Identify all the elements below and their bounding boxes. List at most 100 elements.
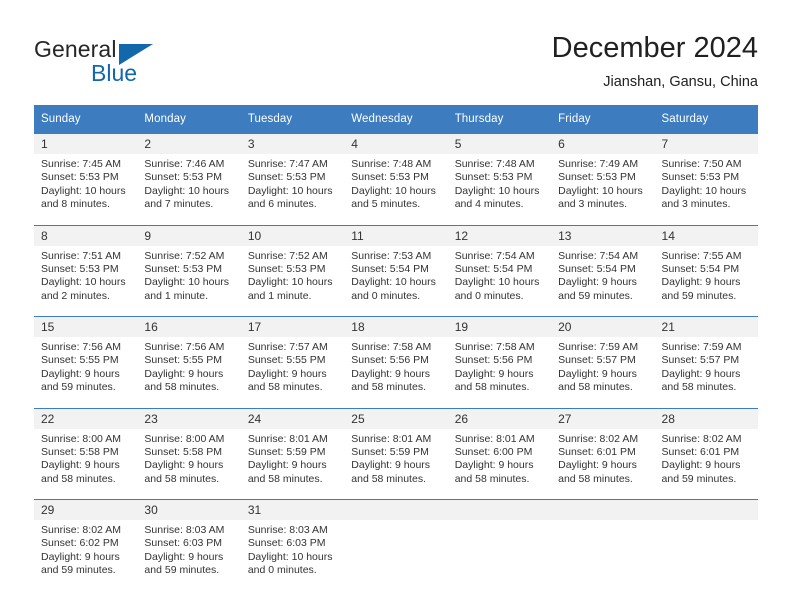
day-number: 1 <box>34 134 138 154</box>
day-number: 11 <box>344 225 448 246</box>
sunrise-text: Sunrise: 7:53 AM <box>351 249 432 262</box>
sunrise-text: Sunrise: 8:02 AM <box>41 524 121 536</box>
daylight-text: Daylight: 9 hours and 59 minutes. <box>558 276 637 302</box>
calendar-day-cell[interactable]: 2 Sunrise: 7:46 AM Sunset: 5:53 PM Daylight… <box>137 133 241 216</box>
general-blue-logo: General Blue <box>34 36 254 88</box>
calendar-day-cell[interactable]: 17 Sunrise: 7:57 AM Sunset: 5:55 PM Dayligh… <box>240 316 345 399</box>
sunrise-text: Sunrise: 7:54 AM <box>558 249 639 262</box>
calendar-day-cell[interactable]: 10 Sunrise: 7:52 AM Sunset: 5:53 PM Dayligh… <box>240 224 345 307</box>
day-sun-info: Sunrise: 7:45 AM Sunset: 5:53 PM Daylight:… <box>34 154 137 212</box>
daylight-text: Daylight: 10 hours and 1 minute. <box>144 276 230 302</box>
sunrise-text: Sunrise: 7:57 AM <box>247 341 328 353</box>
day-sun-info: Sunrise: 7:49 AM Sunset: 5:53 PM Daylight:… <box>551 154 654 212</box>
sunset-text: Sunset: 5:53 PM <box>558 171 636 184</box>
day-number: 29 <box>34 500 138 520</box>
sunset-text: Sunset: 5:53 PM <box>144 262 223 275</box>
calendar-day-cell[interactable]: 22 Sunrise: 8:00 AM Sunset: 5:58 PM Dayligh… <box>34 407 138 490</box>
calendar-day-cell[interactable]: 7 Sunrise: 7:50 AM Sunset: 5:53 PM Daylight… <box>654 133 758 216</box>
calendar-day-cell[interactable]: 8 Sunrise: 7:51 AM Sunset: 5:53 PM Daylight… <box>34 224 138 307</box>
day-number: 30 <box>137 500 241 520</box>
sunset-text: Sunset: 6:01 PM <box>661 445 740 458</box>
day-sun-info: Sunrise: 7:55 AM Sunset: 5:54 PM Daylight:… <box>655 246 758 304</box>
day-number: 26 <box>447 408 552 429</box>
calendar-day-cell[interactable]: 1 Sunrise: 7:45 AM Sunset: 5:53 PM Daylight… <box>34 133 138 216</box>
calendar-day-cell[interactable]: 4 Sunrise: 7:48 AM Sunset: 5:53 PM Daylight… <box>344 133 448 216</box>
calendar-day-cell[interactable]: 26 Sunrise: 8:01 AM Sunset: 6:00 PM Dayligh… <box>447 407 552 490</box>
sunset-text: Sunset: 5:58 PM <box>144 445 223 458</box>
weekday-header-wednesday: Wednesday <box>344 105 448 134</box>
day-number <box>344 500 448 520</box>
daylight-text: Daylight: 10 hours and 6 minutes. <box>247 184 333 211</box>
week-spacer-cell <box>34 398 758 408</box>
calendar-day-cell-empty <box>344 499 448 582</box>
calendar-day-cell[interactable]: 28 Sunrise: 8:02 AM Sunset: 6:01 PM Dayligh… <box>654 407 758 490</box>
sunset-text: Sunset: 5:55 PM <box>41 354 119 367</box>
calendar-day-cell[interactable]: 25 Sunrise: 8:01 AM Sunset: 5:59 PM Dayligh… <box>344 407 448 490</box>
sunset-text: Sunset: 5:53 PM <box>247 262 326 275</box>
sunrise-text: Sunrise: 8:00 AM <box>41 432 121 445</box>
day-sun-info: Sunrise: 7:48 AM Sunset: 5:53 PM Daylight:… <box>344 154 447 212</box>
calendar-day-cell[interactable]: 29 Sunrise: 8:02 AM Sunset: 6:02 PM Dayligh… <box>34 499 138 582</box>
daylight-text: Daylight: 10 hours and 4 minutes. <box>454 184 540 211</box>
sunrise-text: Sunrise: 7:59 AM <box>558 341 639 353</box>
sunrise-text: Sunrise: 7:46 AM <box>144 158 225 170</box>
day-sun-info: Sunrise: 7:51 AM Sunset: 5:53 PM Daylight:… <box>34 246 137 304</box>
weekday-header-friday: Friday <box>551 105 655 134</box>
week-spacer-cell <box>34 307 758 317</box>
day-sun-info: Sunrise: 7:52 AM Sunset: 5:53 PM Daylight:… <box>241 246 344 304</box>
calendar-day-cell[interactable]: 12 Sunrise: 7:54 AM Sunset: 5:54 PM Dayligh… <box>447 224 552 307</box>
sunrise-text: Sunrise: 8:00 AM <box>144 432 225 445</box>
calendar-day-cell[interactable]: 27 Sunrise: 8:02 AM Sunset: 6:01 PM Dayligh… <box>551 407 655 490</box>
sunset-text: Sunset: 5:56 PM <box>454 354 533 367</box>
sunrise-text: Sunrise: 7:54 AM <box>454 249 535 262</box>
calendar-day-cell[interactable]: 13 Sunrise: 7:54 AM Sunset: 5:54 PM Dayligh… <box>551 224 655 307</box>
day-sun-info: Sunrise: 7:52 AM Sunset: 5:53 PM Daylight:… <box>137 246 240 304</box>
calendar-day-cell[interactable]: 5 Sunrise: 7:48 AM Sunset: 5:53 PM Daylight… <box>447 133 552 216</box>
daylight-text: Daylight: 9 hours and 58 minutes. <box>454 367 534 394</box>
calendar-day-cell[interactable]: 19 Sunrise: 7:58 AM Sunset: 5:56 PM Dayligh… <box>447 316 552 399</box>
calendar-day-cell[interactable]: 3 Sunrise: 7:47 AM Sunset: 5:53 PM Daylight… <box>240 133 345 216</box>
day-number: 9 <box>137 225 241 246</box>
calendar-day-cell[interactable]: 31 Sunrise: 8:03 AM Sunset: 6:03 PM Dayligh… <box>240 499 345 582</box>
sunrise-sunset-calendar: Sunday Monday Tuesday Wednesday Thursday… <box>34 105 758 582</box>
daylight-text: Daylight: 9 hours and 58 minutes. <box>661 367 741 394</box>
day-number <box>447 500 552 520</box>
daylight-text: Daylight: 9 hours and 58 minutes. <box>247 459 327 485</box>
calendar-day-cell-empty <box>447 499 552 582</box>
calendar-page: General Blue December 2024 Jianshan, Gan… <box>0 0 792 612</box>
calendar-day-cell[interactable]: 11 Sunrise: 7:53 AM Sunset: 5:54 PM Dayligh… <box>344 224 448 307</box>
daylight-text: Daylight: 10 hours and 2 minutes. <box>41 276 126 302</box>
week-spacer <box>34 490 758 500</box>
sunrise-text: Sunrise: 7:58 AM <box>351 341 432 353</box>
day-number: 18 <box>344 317 448 337</box>
calendar-week-row: 29 Sunrise: 8:02 AM Sunset: 6:02 PM Dayligh… <box>34 499 758 582</box>
sunrise-text: Sunrise: 8:01 AM <box>454 432 535 445</box>
calendar-day-cell[interactable]: 6 Sunrise: 7:49 AM Sunset: 5:53 PM Daylight… <box>551 133 655 216</box>
calendar-day-cell[interactable]: 16 Sunrise: 7:56 AM Sunset: 5:55 PM Dayligh… <box>137 316 241 399</box>
calendar-day-cell[interactable]: 23 Sunrise: 8:00 AM Sunset: 5:58 PM Dayligh… <box>137 407 241 490</box>
calendar-day-cell[interactable]: 14 Sunrise: 7:55 AM Sunset: 5:54 PM Dayligh… <box>654 224 758 307</box>
weekday-header-monday: Monday <box>137 105 241 134</box>
day-number: 31 <box>240 500 345 520</box>
sunrise-text: Sunrise: 7:56 AM <box>144 341 225 353</box>
sunset-text: Sunset: 5:56 PM <box>351 354 429 367</box>
sunrise-text: Sunrise: 8:01 AM <box>351 432 432 445</box>
daylight-text: Daylight: 10 hours and 5 minutes. <box>351 184 436 211</box>
daylight-text: Daylight: 10 hours and 1 minute. <box>247 276 333 302</box>
calendar-day-cell[interactable]: 21 Sunrise: 7:59 AM Sunset: 5:57 PM Dayligh… <box>654 316 758 399</box>
calendar-day-cell[interactable]: 18 Sunrise: 7:58 AM Sunset: 5:56 PM Dayligh… <box>344 316 448 399</box>
week-spacer <box>34 398 758 408</box>
calendar-day-cell[interactable]: 9 Sunrise: 7:52 AM Sunset: 5:53 PM Daylight… <box>137 224 241 307</box>
day-number: 28 <box>654 408 758 429</box>
calendar-week-row: 22 Sunrise: 8:00 AM Sunset: 5:58 PM Dayligh… <box>34 407 758 490</box>
day-sun-info: Sunrise: 7:58 AM Sunset: 5:56 PM Daylight:… <box>448 337 551 395</box>
sunset-text: Sunset: 5:53 PM <box>454 171 533 184</box>
sunrise-text: Sunrise: 7:52 AM <box>144 249 225 262</box>
day-sun-info: Sunrise: 8:03 AM Sunset: 6:03 PM Daylight:… <box>137 520 240 578</box>
daylight-text: Daylight: 9 hours and 58 minutes. <box>247 367 327 394</box>
calendar-day-cell[interactable]: 30 Sunrise: 8:03 AM Sunset: 6:03 PM Dayligh… <box>137 499 241 582</box>
calendar-day-cell[interactable]: 15 Sunrise: 7:56 AM Sunset: 5:55 PM Dayligh… <box>34 316 138 399</box>
calendar-day-cell[interactable]: 20 Sunrise: 7:59 AM Sunset: 5:57 PM Dayligh… <box>551 316 655 399</box>
sunset-text: Sunset: 5:54 PM <box>558 262 636 275</box>
calendar-day-cell[interactable]: 24 Sunrise: 8:01 AM Sunset: 5:59 PM Dayligh… <box>240 407 345 490</box>
